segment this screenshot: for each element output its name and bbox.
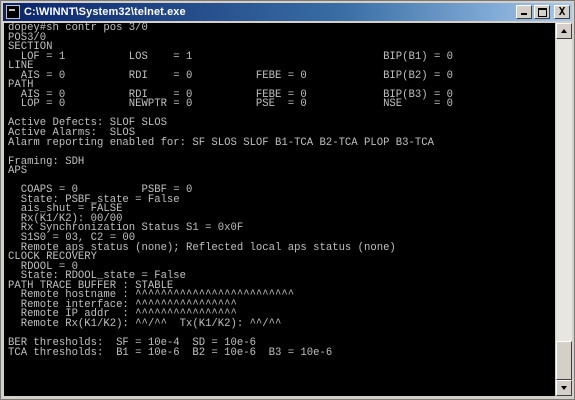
minimize-button[interactable] [516,5,532,19]
telnet-window: C:\WINNT\System32\telnet.exe X dopey#sh … [0,0,575,400]
title-buttons: X [514,5,570,19]
maximize-button[interactable] [534,5,550,19]
console-line: LOP = 0 NEWPTR = 0 PSE = 0 NSE = 0 [8,98,454,111]
console-text: dopey#sh contr pos 3/0 POS3/0 SECTION LO… [4,23,555,358]
scroll-down-arrow-icon[interactable] [556,380,572,396]
window-title: C:\WINNT\System32\telnet.exe [24,6,186,18]
scroll-up-arrow-icon[interactable] [556,23,572,39]
vertical-scrollbar[interactable] [556,23,572,396]
title-bar[interactable]: C:\WINNT\System32\telnet.exe X [3,3,572,21]
scroll-thumb[interactable] [556,341,572,380]
console-line: Alarm reporting enabled for: SF SLOS SLO… [8,136,434,149]
console-line: TCA thresholds: B1 = 10e-6 B2 = 10e-6 B3… [8,346,333,359]
console-line: AIS = 0 RDI = 0 FEBE = 0 BIP(B2) = 0 [8,69,454,82]
console-line: Remote Rx(K1/K2): ^^/^^ Tx(K1/K2): ^^/^^ [8,317,282,330]
console-output[interactable]: dopey#sh contr pos 3/0 POS3/0 SECTION LO… [4,23,555,396]
console-line: LOF = 1 LOS = 1 BIP(B1) = 0 [8,50,454,63]
console-app-icon[interactable] [6,5,20,19]
console-line: APS [8,165,28,178]
close-button[interactable]: X [554,5,570,19]
